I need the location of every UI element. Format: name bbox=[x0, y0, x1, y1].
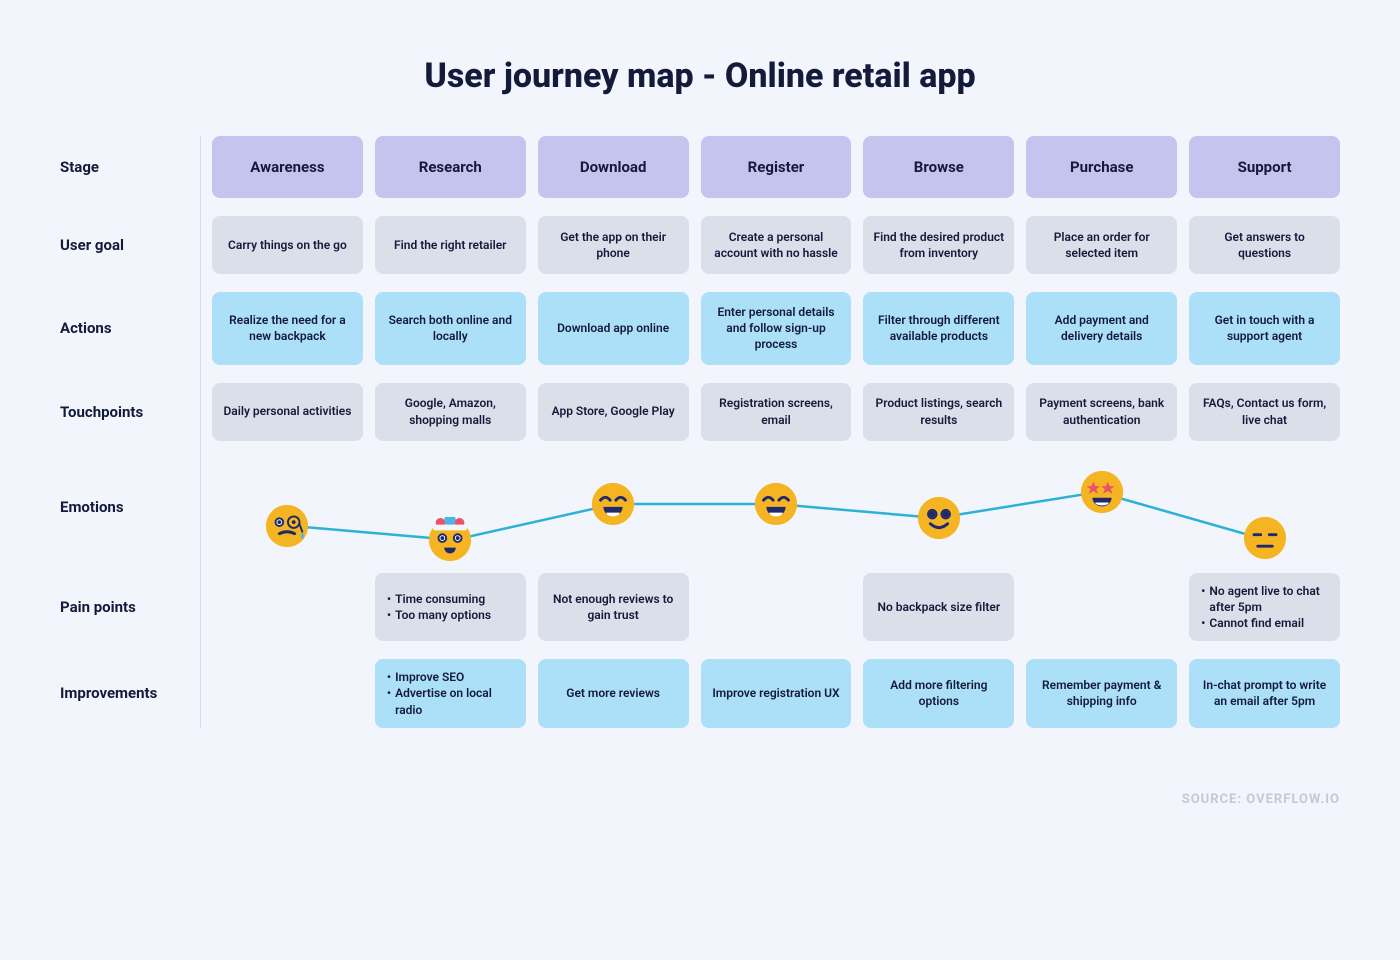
pain-point-bullet: Time consuming bbox=[387, 591, 514, 607]
emotion-cell bbox=[375, 459, 526, 555]
emotion-cell bbox=[701, 459, 852, 555]
pain-point-bullet: Cannot find email bbox=[1201, 615, 1328, 631]
pain-point-bullet: Too many options bbox=[387, 607, 514, 623]
row-label-pain-points: Pain points bbox=[60, 573, 200, 642]
touchpoint-cell: App Store, Google Play bbox=[538, 383, 689, 441]
pain-point-cell: Time consumingToo many options bbox=[375, 573, 526, 642]
user-goal-cell: Get answers to questions bbox=[1189, 216, 1340, 274]
pain-points-row: Pain points Time consumingToo many optio… bbox=[60, 573, 1340, 642]
improvement-cell: Remember payment & shipping info bbox=[1026, 659, 1177, 728]
pain-point-empty-cell bbox=[1026, 573, 1177, 642]
stage-cell: Support bbox=[1189, 136, 1340, 198]
action-cell: Filter through different available produ… bbox=[863, 292, 1014, 365]
action-cell: Enter personal details and follow sign-u… bbox=[701, 292, 852, 365]
touchpoint-cell: Product listings, search results bbox=[863, 383, 1014, 441]
row-label-user-goal: User goal bbox=[60, 216, 200, 274]
improvement-cell: Add more filtering options bbox=[863, 659, 1014, 728]
user-goal-cell: Find the right retailer bbox=[375, 216, 526, 274]
emotions-row: Emotions bbox=[60, 459, 1340, 555]
emotion-cell bbox=[212, 459, 363, 555]
stage-cell: Download bbox=[538, 136, 689, 198]
row-label-improvements: Improvements bbox=[60, 659, 200, 728]
page-title: User journey map - Online retail app bbox=[60, 56, 1340, 96]
improvements-row: Improvements Improve SEOAdvertise on loc… bbox=[60, 659, 1340, 728]
improvement-cell: In-chat prompt to write an email after 5… bbox=[1189, 659, 1340, 728]
stage-cell: Research bbox=[375, 136, 526, 198]
improvement-bullet: Improve SEO bbox=[387, 669, 514, 685]
user-goal-cell: Find the desired product from inventory bbox=[863, 216, 1014, 274]
user-goal-cell: Carry things on the go bbox=[212, 216, 363, 274]
emotion-cell bbox=[863, 459, 1014, 555]
actions-row: Actions Realize the need for a new backp… bbox=[60, 292, 1340, 365]
stage-cell: Browse bbox=[863, 136, 1014, 198]
exploding-head-icon bbox=[427, 517, 473, 563]
touchpoint-cell: Daily personal activities bbox=[212, 383, 363, 441]
action-cell: Add payment and delivery details bbox=[1026, 292, 1177, 365]
action-cell: Get in touch with a support agent bbox=[1189, 292, 1340, 365]
action-cell: Download app online bbox=[538, 292, 689, 365]
emotion-cell bbox=[1026, 459, 1177, 555]
row-label-touchpoints: Touchpoints bbox=[60, 383, 200, 441]
grin-closed-eyes-icon bbox=[590, 481, 636, 527]
row-label-actions: Actions bbox=[60, 292, 200, 365]
improvement-empty-cell bbox=[212, 659, 363, 728]
grin-closed-eyes-icon bbox=[753, 481, 799, 527]
smile-icon bbox=[916, 495, 962, 541]
improvement-cell: Get more reviews bbox=[538, 659, 689, 728]
action-cell: Search both online and locally bbox=[375, 292, 526, 365]
stage-cell: Register bbox=[701, 136, 852, 198]
touchpoint-cell: Payment screens, bank authentication bbox=[1026, 383, 1177, 441]
expressionless-icon bbox=[1242, 515, 1288, 561]
stage-row: Stage AwarenessResearchDownloadRegisterB… bbox=[60, 136, 1340, 198]
pain-point-empty-cell bbox=[212, 573, 363, 642]
stage-cell: Awareness bbox=[212, 136, 363, 198]
improvement-bullet: Advertise on local radio bbox=[387, 685, 514, 717]
touchpoint-cell: Registration screens, email bbox=[701, 383, 852, 441]
action-cell: Realize the need for a new backpack bbox=[212, 292, 363, 365]
pain-point-cell: No agent live to chat after 5pmCannot fi… bbox=[1189, 573, 1340, 642]
pain-point-bullet: No agent live to chat after 5pm bbox=[1201, 583, 1328, 615]
emotion-cell bbox=[1189, 459, 1340, 555]
star-eyes-icon bbox=[1079, 469, 1125, 515]
improvement-cell: Improve SEOAdvertise on local radio bbox=[375, 659, 526, 728]
pain-point-cell: Not enough reviews to gain trust bbox=[538, 573, 689, 642]
user-goal-row: User goal Carry things on the goFind the… bbox=[60, 216, 1340, 274]
emotion-cell bbox=[538, 459, 689, 555]
improvement-cell: Improve registration UX bbox=[701, 659, 852, 728]
user-goal-cell: Place an order for selected item bbox=[1026, 216, 1177, 274]
stage-cell: Purchase bbox=[1026, 136, 1177, 198]
worried-sweat-icon bbox=[264, 503, 310, 549]
row-label-stage: Stage bbox=[60, 136, 200, 198]
touchpoint-cell: Google, Amazon, shopping malls bbox=[375, 383, 526, 441]
touchpoints-row: Touchpoints Daily personal activitiesGoo… bbox=[60, 383, 1340, 441]
touchpoint-cell: FAQs, Contact us form, live chat bbox=[1189, 383, 1340, 441]
user-goal-cell: Get the app on their phone bbox=[538, 216, 689, 274]
row-label-emotions: Emotions bbox=[60, 459, 200, 555]
pain-point-empty-cell bbox=[701, 573, 852, 642]
user-goal-cell: Create a personal account with no hassle bbox=[701, 216, 852, 274]
source-attribution: SOURCE: OVERFLOW.IO bbox=[0, 792, 1400, 807]
journey-map-grid: Stage AwarenessResearchDownloadRegisterB… bbox=[60, 136, 1340, 728]
pain-point-cell: No backpack size filter bbox=[863, 573, 1014, 642]
